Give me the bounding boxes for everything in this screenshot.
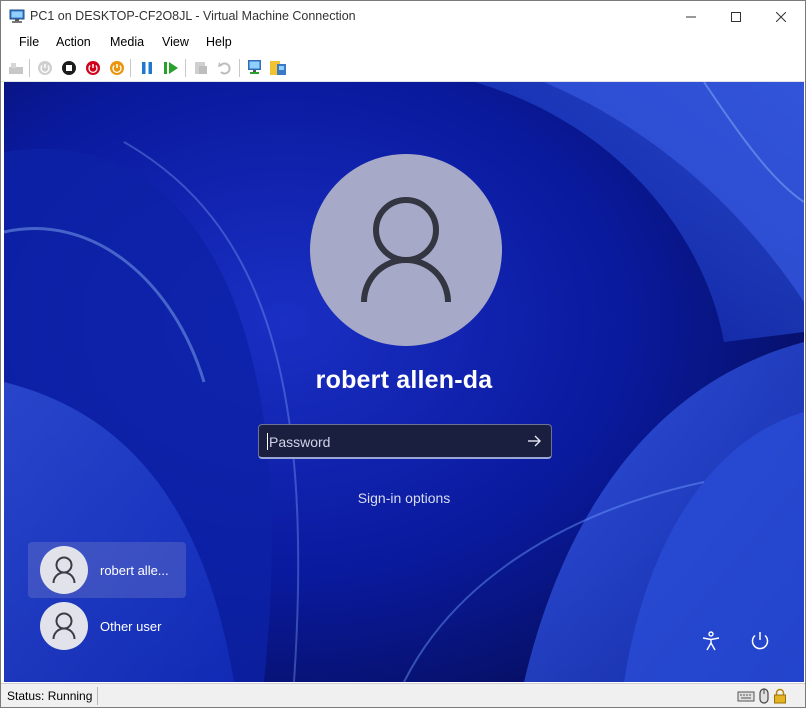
share-icon xyxy=(270,61,286,75)
toolbar-separator xyxy=(239,59,240,77)
power-icon[interactable] xyxy=(749,630,771,652)
password-placeholder: Password xyxy=(269,434,331,450)
status-separator xyxy=(97,687,98,705)
menu-help[interactable]: Help xyxy=(206,35,232,49)
close-icon xyxy=(776,11,786,22)
user-tile-robert[interactable]: robert alle... xyxy=(28,542,186,598)
revert-icon xyxy=(218,62,231,75)
person-icon xyxy=(52,612,76,640)
minimize-icon xyxy=(686,16,696,17)
lock-icon xyxy=(774,688,786,704)
checkpoint-icon xyxy=(195,62,207,74)
save-button[interactable] xyxy=(108,59,126,77)
shut-down-button[interactable] xyxy=(84,59,102,77)
window-title: PC1 on DESKTOP-CF2O8JL - Virtual Machine… xyxy=(30,9,356,23)
user-tile-avatar xyxy=(40,602,88,650)
person-icon xyxy=(52,556,76,584)
title-bar[interactable]: PC1 on DESKTOP-CF2O8JL - Virtual Machine… xyxy=(1,1,805,32)
maximize-button[interactable] xyxy=(713,1,759,32)
submit-arrow-icon[interactable] xyxy=(525,432,543,450)
maximize-icon xyxy=(731,11,741,22)
toolbar-separator xyxy=(185,59,186,77)
ctrl-alt-del-button[interactable] xyxy=(7,59,25,77)
vm-status: Status: Running xyxy=(7,689,93,703)
user-tile-other-user[interactable]: Other user xyxy=(28,598,186,654)
pause-button[interactable] xyxy=(138,59,156,77)
text-caret xyxy=(267,433,268,450)
enhanced-session-icon xyxy=(248,60,261,74)
turn-off-icon xyxy=(62,61,76,75)
shut-down-icon xyxy=(86,61,100,75)
vm-connection-window: PC1 on DESKTOP-CF2O8JL - Virtual Machine… xyxy=(0,0,806,708)
login-username: robert allen-da xyxy=(315,366,493,394)
user-avatar xyxy=(310,154,502,346)
toolbar-separator xyxy=(29,59,30,77)
user-tile-label: robert alle... xyxy=(100,563,169,578)
resume-button[interactable] xyxy=(162,59,180,77)
user-tile-avatar xyxy=(40,546,88,594)
password-input[interactable]: Password xyxy=(258,424,552,459)
start-button[interactable] xyxy=(36,59,54,77)
toolbar xyxy=(1,54,805,82)
checkpoint-button[interactable] xyxy=(192,59,210,77)
share-button[interactable] xyxy=(269,59,287,77)
person-icon xyxy=(361,197,451,303)
save-icon xyxy=(110,61,124,75)
sign-in-options-link[interactable]: Sign-in options xyxy=(4,490,804,506)
user-tile-label: Other user xyxy=(100,619,162,634)
enhanced-session-button[interactable] xyxy=(247,59,265,77)
start-icon xyxy=(38,61,52,75)
turn-off-button[interactable] xyxy=(60,59,78,77)
keyboard-icon xyxy=(737,691,755,702)
accessibility-icon[interactable] xyxy=(700,630,722,652)
vm-display[interactable]: robert allen-da Password Sign-in options… xyxy=(4,82,804,682)
resume-icon xyxy=(164,62,178,74)
status-bar: Status: Running xyxy=(1,683,805,707)
revert-button[interactable] xyxy=(216,59,234,77)
menu-media[interactable]: Media xyxy=(110,35,144,49)
mouse-icon xyxy=(759,688,769,704)
menu-view[interactable]: View xyxy=(162,35,189,49)
menu-action[interactable]: Action xyxy=(56,35,91,49)
pause-icon xyxy=(142,62,152,74)
minimize-button[interactable] xyxy=(668,1,714,32)
menu-file[interactable]: File xyxy=(19,35,39,49)
toolbar-separator xyxy=(130,59,131,77)
menu-bar: File Action Media View Help xyxy=(1,32,805,54)
ctrl-alt-del-icon xyxy=(9,63,23,74)
close-button[interactable] xyxy=(758,1,804,32)
vm-connection-app-icon xyxy=(9,9,25,23)
